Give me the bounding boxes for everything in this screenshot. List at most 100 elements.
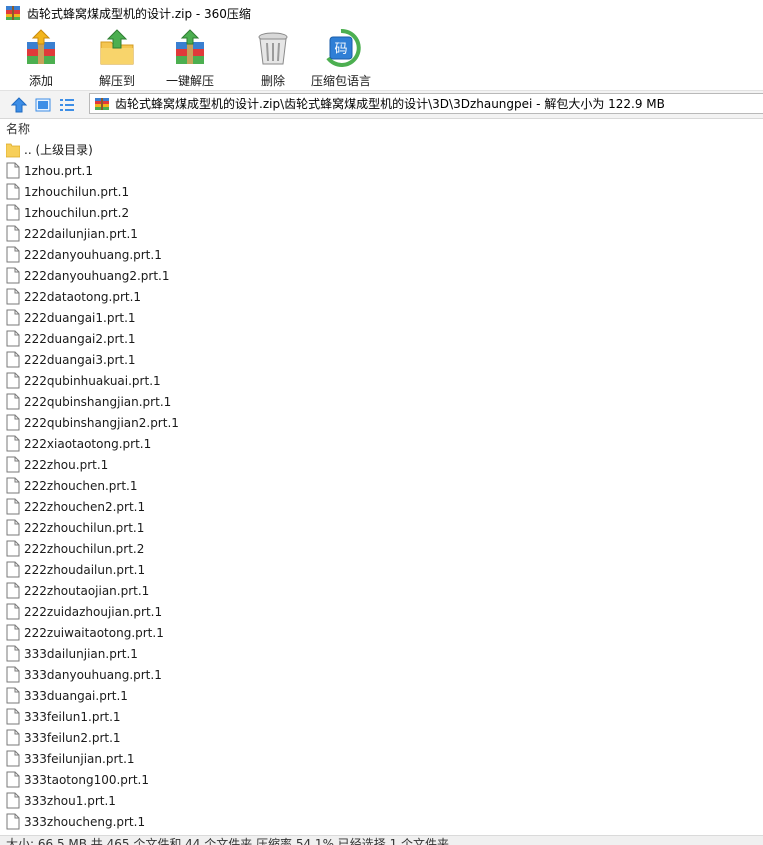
file-icon [6,519,20,536]
file-row[interactable]: 333feilun2.prt.1 [0,727,763,748]
file-row[interactable]: 222danyouhuang2.prt.1 [0,265,763,286]
add-archive-icon [27,29,55,64]
file-name: 333feilun2.prt.1 [24,730,121,745]
file-icon [6,750,20,767]
file-icon [6,813,20,830]
file-row[interactable]: 222duangai3.prt.1 [0,349,763,370]
file-row[interactable]: 333zhou1.prt.1 [0,790,763,811]
file-row[interactable]: 222duangai1.prt.1 [0,307,763,328]
list-view-icon [60,98,74,111]
delete-button-label: 删除 [260,74,285,88]
toolbar: 添加 解压到 一键解压 删除 码 压缩包语言 [0,26,763,90]
file-name: 222danyouhuang.prt.1 [24,247,162,262]
file-icon [6,708,20,725]
file-name: 222zuiwaitaotong.prt.1 [24,625,164,640]
file-icon [6,372,20,389]
file-icon [6,498,20,515]
file-row[interactable]: 333duangai.prt.1 [0,685,763,706]
file-icon [6,687,20,704]
file-icon [6,288,20,305]
extract-to-icon [100,29,134,65]
file-name: 222zuidazhoujian.prt.1 [24,604,163,619]
file-icon [6,309,20,326]
file-icon [6,582,20,599]
file-row[interactable]: 1zhou.prt.1 [0,160,763,181]
file-row[interactable]: 1zhouchilun.prt.1 [0,181,763,202]
column-header: 名称 [0,119,763,138]
file-name: 333dailunjian.prt.1 [24,646,138,661]
file-name: 222dailunjian.prt.1 [24,226,138,241]
file-row[interactable]: 333zhoucheng.prt.1 [0,811,763,832]
file-row[interactable]: 222zhoudailun.prt.1 [0,559,763,580]
file-name: 222zhouchen.prt.1 [24,478,138,493]
file-row[interactable]: 222zhouchen.prt.1 [0,475,763,496]
file-name: 222zhouchilun.prt.1 [24,520,145,535]
parent-directory-row[interactable]: .. (上级目录) [0,139,763,160]
file-icon [6,540,20,557]
file-icon [6,393,20,410]
file-row[interactable]: 222zhouchen2.prt.1 [0,496,763,517]
file-row[interactable]: 333feilun1.prt.1 [0,706,763,727]
file-row[interactable]: 222duangai2.prt.1 [0,328,763,349]
file-row[interactable]: 222zhouchilun.prt.2 [0,538,763,559]
file-icon [6,435,20,452]
extract-to-button-label: 解压到 [98,74,135,88]
file-icon [6,456,20,473]
file-name: 1zhouchilun.prt.1 [24,184,130,199]
file-name: 222duangai2.prt.1 [24,331,136,346]
archive-language-button[interactable]: 码 压缩包语言 [311,28,371,89]
svg-text:码: 码 [334,42,347,57]
up-folder-button[interactable] [10,96,28,114]
file-row[interactable]: 222zhoutaojian.prt.1 [0,580,763,601]
file-row[interactable]: 333dailunjian.prt.1 [0,643,763,664]
file-name: 222zhouchen2.prt.1 [24,499,146,514]
file-icon [6,603,20,620]
file-row[interactable]: 1zhouchilun.prt.2 [0,202,763,223]
file-icon [6,729,20,746]
file-row[interactable]: 333danyouhuang.prt.1 [0,664,763,685]
file-icon [6,792,20,809]
file-name: 333feilun1.prt.1 [24,709,121,724]
delete-button[interactable]: 删除 [253,28,293,89]
file-icon [6,771,20,788]
file-icon [6,414,20,431]
file-row[interactable]: 222qubinshangjian.prt.1 [0,391,763,412]
column-name-header[interactable]: 名称 [6,120,30,137]
archive-language-icon: 码 [326,28,361,67]
file-row[interactable]: 222zhouchilun.prt.1 [0,517,763,538]
delete-trash-icon [258,32,288,65]
file-icon [6,330,20,347]
file-name: 222xiaotaotong.prt.1 [24,436,152,451]
file-row[interactable]: 333feilunjian.prt.1 [0,748,763,769]
file-row[interactable]: 222danyouhuang.prt.1 [0,244,763,265]
extract-to-button[interactable]: 解压到 [97,28,137,89]
folder-icon [6,143,20,158]
file-row[interactable]: 222dataotong.prt.1 [0,286,763,307]
archive-language-button-label: 压缩包语言 [311,74,372,88]
file-row[interactable]: 222zhou.prt.1 [0,454,763,475]
window-title: 齿轮式蜂窝煤成型机的设计.zip - 360压缩 [27,6,251,21]
file-row[interactable]: 222xiaotaotong.prt.1 [0,433,763,454]
one-click-extract-button[interactable]: 一键解压 [166,28,214,89]
address-bar[interactable]: 齿轮式蜂窝煤成型机的设计.zip\齿轮式蜂窝煤成型机的设计\3D\3Dzhaun… [89,93,763,114]
file-row[interactable]: 222zuidazhoujian.prt.1 [0,601,763,622]
add-button[interactable]: 添加 [21,28,61,89]
up-arrow-icon [11,96,27,112]
file-name: 222qubinshangjian.prt.1 [24,394,172,409]
file-row[interactable]: 222qubinhuakuai.prt.1 [0,370,763,391]
file-row[interactable]: 222zuiwaitaotong.prt.1 [0,622,763,643]
add-button-label: 添加 [28,74,53,88]
file-name: 222qubinshangjian2.prt.1 [24,415,179,430]
file-name: 222zhou.prt.1 [24,457,109,472]
file-icon [6,477,20,494]
file-name: 333feilunjian.prt.1 [24,751,135,766]
file-icon [6,351,20,368]
view-list-button[interactable] [58,96,76,114]
file-row[interactable]: 222qubinshangjian2.prt.1 [0,412,763,433]
file-name: 222zhoutaojian.prt.1 [24,583,150,598]
file-name: 222danyouhuang2.prt.1 [24,268,170,283]
file-row[interactable]: 222dailunjian.prt.1 [0,223,763,244]
file-row[interactable]: 333taotong100.prt.1 [0,769,763,790]
thumbnail-view-icon [35,98,51,111]
view-thumbnail-button[interactable] [34,96,52,114]
